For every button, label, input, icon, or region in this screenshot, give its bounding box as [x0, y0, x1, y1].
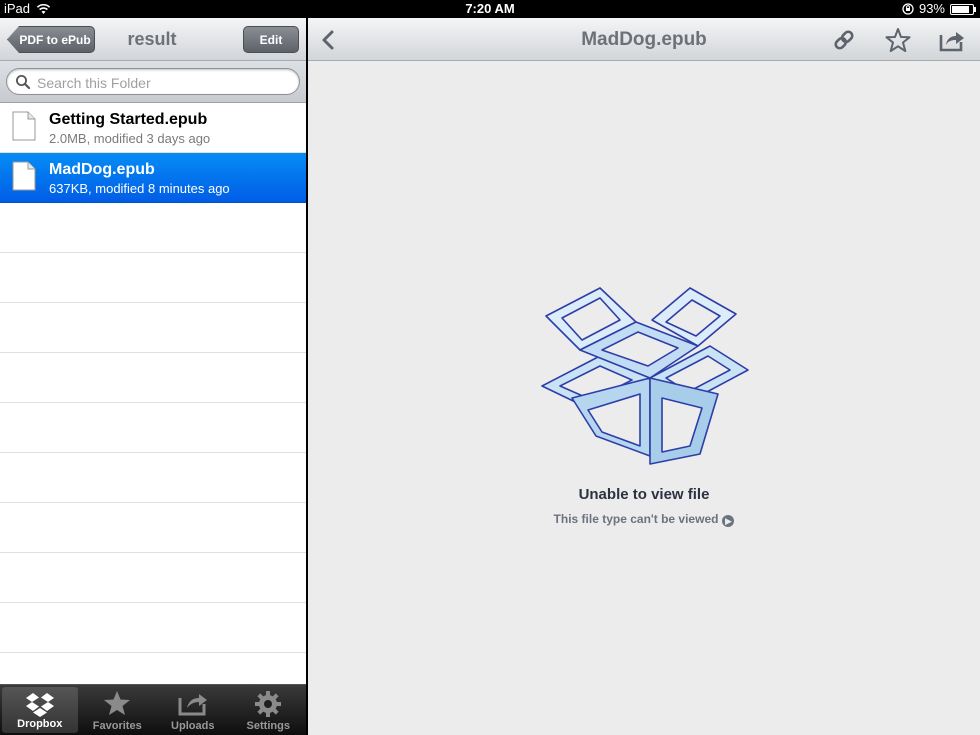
battery-level — [952, 5, 969, 13]
status-time: 7:20 AM — [465, 1, 515, 16]
error-subtitle[interactable]: This file type can't be viewed ▶ — [308, 512, 980, 527]
tab-dropbox[interactable]: Dropbox — [2, 687, 78, 733]
empty-row — [0, 653, 306, 683]
empty-row — [0, 453, 306, 503]
tab-bar: Dropbox Favorites Uploads Settings — [0, 684, 306, 735]
tab-favorites[interactable]: Favorites — [80, 685, 156, 735]
edit-button[interactable]: Edit — [243, 26, 299, 53]
tab-label: Favorites — [92, 720, 142, 732]
dropbox-icon — [25, 693, 54, 717]
folder-navbar: PDF to ePub result Edit — [0, 18, 306, 61]
error-subtitle-text: This file type can't be viewed — [553, 512, 719, 526]
search-icon — [16, 75, 31, 90]
viewer-navbar: MadDog.epub — [308, 18, 980, 61]
empty-row — [0, 553, 306, 603]
star-icon — [104, 691, 131, 715]
tab-uploads[interactable]: Uploads — [155, 685, 231, 735]
empty-row — [0, 203, 306, 253]
file-meta: 2.0MB, modified 3 days ago — [49, 131, 211, 146]
file-name: Getting Started.epub — [49, 111, 208, 128]
folder-pane: PDF to ePub result Edit Getting Started.… — [0, 18, 306, 735]
battery-percent: 93% — [918, 1, 945, 16]
search-field[interactable] — [6, 68, 300, 95]
dropbox-box-illustration — [541, 287, 749, 465]
document-icon — [12, 111, 36, 141]
file-list: Getting Started.epub 2.0MB, modified 3 d… — [0, 103, 306, 683]
tab-settings[interactable]: Settings — [231, 685, 307, 735]
tab-label: Settings — [246, 720, 290, 732]
link-icon[interactable] — [831, 27, 857, 53]
arrow-right-circle-icon[interactable]: ▶ — [722, 515, 735, 527]
search-bar — [0, 61, 306, 103]
folder-title: result — [127, 29, 177, 49]
tab-label: Uploads — [171, 720, 215, 732]
search-input[interactable] — [35, 72, 289, 93]
empty-row — [0, 353, 306, 403]
upload-icon — [178, 694, 207, 716]
share-icon[interactable] — [939, 27, 965, 53]
empty-row — [0, 303, 306, 353]
viewer-pane: MadDog.epub Unable to view file This fil… — [308, 18, 980, 735]
status-bar: iPad 7:20 AM 93% — [0, 0, 980, 18]
tab-label: Dropbox — [17, 718, 63, 730]
viewer-title: MadDog.epub — [581, 29, 707, 50]
empty-row — [0, 603, 306, 653]
error-title: Unable to view file — [578, 486, 710, 503]
file-meta: 637KB, modified 8 minutes ago — [49, 181, 230, 196]
back-button[interactable]: PDF to ePub — [7, 26, 95, 53]
battery-icon — [950, 3, 976, 15]
file-name: MadDog.epub — [49, 161, 155, 178]
gear-icon — [255, 691, 282, 717]
file-row-maddog[interactable]: MadDog.epub 637KB, modified 8 minutes ag… — [0, 153, 306, 203]
file-row-getting-started[interactable]: Getting Started.epub 2.0MB, modified 3 d… — [0, 103, 306, 153]
star-icon[interactable] — [885, 27, 911, 53]
orientation-lock-icon — [902, 3, 914, 15]
document-icon — [12, 161, 36, 191]
empty-row — [0, 403, 306, 453]
empty-row — [0, 503, 306, 553]
empty-row — [0, 253, 306, 303]
